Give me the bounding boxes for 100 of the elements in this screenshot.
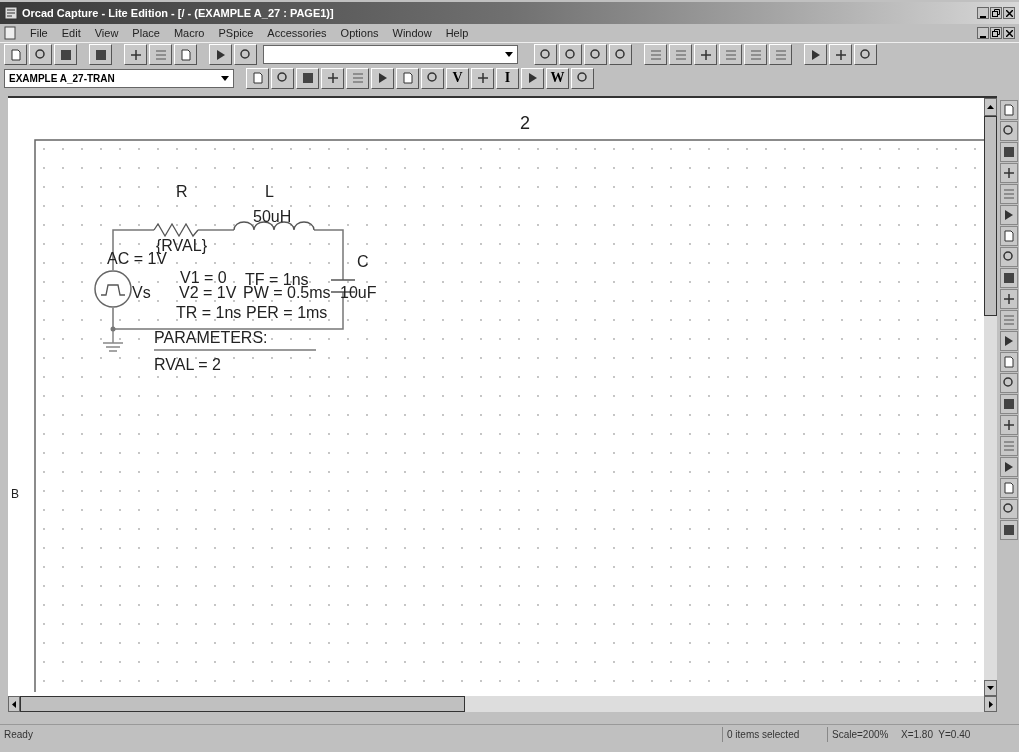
palette-tool[interactable] <box>1000 121 1018 141</box>
toolbar-button[interactable] <box>54 44 77 65</box>
scroll-up-icon <box>987 105 994 109</box>
lines-icon <box>648 47 663 62</box>
close-icon <box>1005 9 1013 17</box>
palette-tool[interactable] <box>1000 205 1018 225</box>
toolbar-button[interactable] <box>234 44 257 65</box>
menu-item[interactable]: File <box>30 24 48 42</box>
selection-status: 0 items selected <box>722 727 827 742</box>
menu-item[interactable]: Place <box>132 24 160 42</box>
cross-icon <box>475 71 490 85</box>
toolbar-button[interactable] <box>719 44 742 65</box>
minimize-button[interactable] <box>977 7 989 19</box>
toolbar-button[interactable] <box>29 44 52 65</box>
palette-tool[interactable] <box>1000 331 1018 351</box>
toolbar-button[interactable] <box>669 44 692 65</box>
palette-tool[interactable] <box>1000 394 1018 414</box>
toolbar-button[interactable] <box>521 67 544 89</box>
palette-tool[interactable] <box>1000 352 1018 372</box>
cross-icon <box>1002 418 1016 432</box>
toolbar-button[interactable] <box>559 44 582 65</box>
toolbar-button[interactable] <box>296 67 319 89</box>
palette-tool[interactable] <box>1000 163 1018 183</box>
palette-tool[interactable] <box>1000 100 1018 120</box>
border-row-label: B <box>11 487 19 501</box>
menu-item[interactable]: Options <box>340 24 379 42</box>
maximize-button[interactable] <box>990 27 1002 39</box>
toolbar-button[interactable] <box>571 67 594 89</box>
block-icon <box>93 47 108 62</box>
close-button[interactable] <box>1003 27 1015 39</box>
part-reference: C <box>357 253 369 270</box>
marker-button[interactable]: I <box>496 67 519 89</box>
toolbar-button[interactable] <box>371 67 394 89</box>
lines-icon <box>1002 313 1016 327</box>
scroll-left-icon <box>12 700 16 708</box>
window-title: Orcad Capture - Lite Edition - [/ - (EXAMPLE A_27 : PAGE1)] <box>22 5 334 21</box>
dropdown-arrow-icon <box>505 52 513 57</box>
scroll-right-icon <box>988 700 993 708</box>
toolbar-button[interactable] <box>769 44 792 65</box>
menu-item[interactable]: Help <box>445 24 469 42</box>
menu-item[interactable]: PSpice <box>218 24 254 42</box>
palette-tool[interactable] <box>1000 373 1018 393</box>
toolbar-button[interactable] <box>854 44 877 65</box>
horizontal-scrollbar[interactable] <box>8 696 997 712</box>
toolbar-button[interactable] <box>471 67 494 89</box>
toolbar-button[interactable] <box>421 67 444 89</box>
toolbar-button[interactable] <box>346 67 369 89</box>
palette-tool[interactable] <box>1000 226 1018 246</box>
palette-tool[interactable] <box>1000 457 1018 477</box>
toolbar-button[interactable] <box>609 44 632 65</box>
vertical-scrollbar[interactable] <box>984 98 997 696</box>
toolbar-button[interactable] <box>246 67 269 89</box>
schematic-canvas[interactable]: 2 B R {RVAL} L 50uH C 10uF AC = 1V Vs V1 = 0 TF = 1ns V2 = 1V PW = 0.5ms TR = 1ns PER = 1ms PARAMETERS: RVAL = 2 <box>8 98 984 696</box>
toolbar-button[interactable] <box>804 44 827 65</box>
palette-tool[interactable] <box>1000 289 1018 309</box>
marker-button[interactable]: W <box>546 67 569 89</box>
close-button[interactable] <box>1003 7 1015 19</box>
palette-tool[interactable] <box>1000 478 1018 498</box>
source-parameter: TR = 1ns <box>176 304 242 321</box>
palette-tool[interactable] <box>1000 268 1018 288</box>
toolbar-button[interactable] <box>534 44 557 65</box>
lines-icon <box>673 47 688 62</box>
maximize-button[interactable] <box>990 7 1002 19</box>
toolbar-button[interactable] <box>644 44 667 65</box>
lines-icon <box>1002 187 1016 201</box>
toolbar-button[interactable] <box>4 44 27 65</box>
menu-item[interactable]: Edit <box>61 24 81 42</box>
pulse-source-symbol <box>94 270 132 308</box>
palette-tool[interactable] <box>1000 520 1018 540</box>
toolbar-button[interactable] <box>271 67 294 89</box>
menu-item[interactable]: View <box>94 24 119 42</box>
menu-item[interactable]: Window <box>392 24 432 42</box>
toolbar-button[interactable] <box>396 67 419 89</box>
resistor-symbol <box>153 222 199 238</box>
marker-button[interactable]: V <box>446 67 469 89</box>
toolbar-button[interactable] <box>149 44 172 65</box>
palette-tool[interactable] <box>1000 247 1018 267</box>
toolbar-button[interactable] <box>209 44 232 65</box>
toolbar-button[interactable] <box>584 44 607 65</box>
minimize-button[interactable] <box>977 27 989 39</box>
toolbar-button[interactable] <box>124 44 147 65</box>
minimize-icon <box>980 36 986 38</box>
cross-icon <box>833 47 848 62</box>
part-value: 50uH <box>253 208 292 225</box>
menu-item[interactable]: Accessories <box>267 24 327 42</box>
search-combo-box[interactable] <box>263 45 518 64</box>
profile-combo-box[interactable]: EXAMPLE A_27-TRAN <box>4 68 234 88</box>
palette-tool[interactable] <box>1000 142 1018 162</box>
source-parameter: V2 = 1V <box>179 284 237 301</box>
dropdown-arrow-icon <box>221 75 229 81</box>
palette-tool[interactable] <box>1000 415 1018 435</box>
toolbar-button[interactable] <box>694 44 717 65</box>
menu-item[interactable]: Macro <box>173 24 205 42</box>
parameter-value: RVAL = 2 <box>154 356 221 373</box>
palette-tool[interactable] <box>1000 499 1018 519</box>
toolbar-button[interactable] <box>744 44 767 65</box>
toolbar-button[interactable] <box>89 44 112 65</box>
toolbar-button[interactable] <box>829 44 852 65</box>
toolbar-button[interactable] <box>174 44 197 65</box>
toolbar-button[interactable] <box>321 67 344 89</box>
